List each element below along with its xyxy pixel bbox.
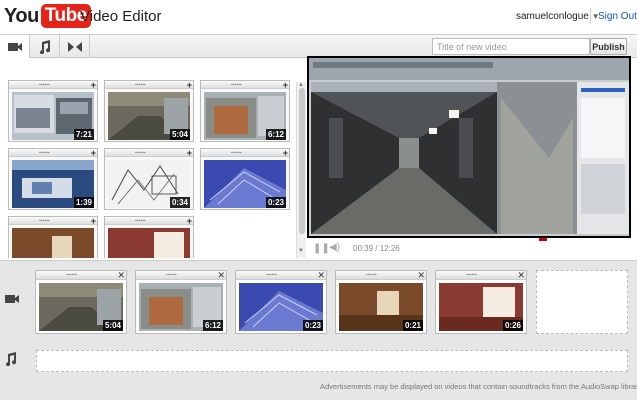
toolbar: Publish [0,34,637,58]
close-icon[interactable]: ✕ [117,271,125,280]
library-clip[interactable]: ▪▪▪▪▪▪ + 6:12 [200,80,290,142]
music-note-icon [39,39,50,54]
drag-handle[interactable]: ▪▪▪▪▪▪ [436,271,526,280]
username: samuelconlogue [516,11,589,22]
library-clip[interactable]: ▪▪▪▪▪▪ + 0:23 [200,148,290,210]
add-icon[interactable]: + [91,217,96,226]
video-track-icon [4,292,20,308]
youtube-logo[interactable]: You Tube [4,3,91,29]
scrollbar-thumb[interactable] [299,88,305,234]
clip-thumbnail: 1:39 [12,160,94,208]
app-title: Video Editor [80,8,162,25]
clip-thumbnail: 5:04 [39,283,123,331]
add-icon[interactable]: + [283,149,288,158]
player-time: 00:39 / 12:26 [353,244,400,253]
publish-button[interactable]: Publish [590,38,627,55]
add-icon[interactable]: + [91,149,96,158]
drag-handle[interactable]: ▪▪▪▪▪▪ [136,271,226,280]
clip-duration: 0:23 [302,320,323,331]
close-icon[interactable]: ✕ [317,271,325,280]
tab-transitions[interactable] [60,35,90,58]
tab-video[interactable] [0,35,30,58]
player-controls: ❚❚ ◀) 00:39 / 12:26 [307,238,631,258]
clip-drop-slot[interactable] [536,270,628,334]
ad-disclaimer: Advertisements may be displayed on video… [320,382,637,391]
drag-handle[interactable]: ▪▪▪▪▪▪ [36,271,126,280]
clip-duration: 6:12 [265,129,286,140]
close-icon[interactable]: ✕ [217,271,225,280]
add-icon[interactable]: + [187,217,192,226]
drag-handle[interactable]: ▪▪▪▪▪▪ [105,217,193,225]
progress-marker[interactable] [539,238,547,241]
drag-handle[interactable]: ▪▪▪▪▪▪ [201,81,289,89]
library-clip[interactable]: ▪▪▪▪▪▪ + 5:04 [104,80,194,142]
sign-out-link[interactable]: Sign Out [598,11,637,22]
drag-handle[interactable]: ▪▪▪▪▪▪ [105,149,193,157]
clip-thumbnail: 0:34 [108,160,190,208]
logo-you: You [4,4,39,27]
timeline-clip[interactable]: ▪▪▪▪▪▪ ✕ 0:21 [335,270,427,334]
video-title-input[interactable] [432,38,590,55]
library-clip[interactable]: ▪▪▪▪▪▪ + [8,216,98,258]
drag-handle[interactable]: ▪▪▪▪▪▪ [9,149,97,157]
clip-duration: 1:39 [73,197,94,208]
drag-handle[interactable]: ▪▪▪▪▪▪ [9,81,97,89]
drag-handle[interactable]: ▪▪▪▪▪▪ [201,149,289,157]
transition-icon [67,41,82,52]
add-icon[interactable]: + [187,149,192,158]
library-clip[interactable]: ▪▪▪▪▪▪ + 1:39 [8,148,98,210]
audio-track-icon [4,352,18,369]
library-clip[interactable]: ▪▪▪▪▪▪ + 0:34 [104,148,194,210]
clip-library: ▪▪▪▪▪▪ + 7:21 ▪▪▪▪▪▪ + 5:04 ▪▪▪▪▪▪ + 6:1… [4,78,304,258]
library-scrollbar[interactable]: ▲ ▼ [296,82,306,258]
clip-duration: 5:04 [169,129,190,140]
clip-duration: 0:21 [402,320,423,331]
close-icon[interactable]: ✕ [517,271,525,280]
clip-duration: 0:23 [265,197,286,208]
clip-thumbnail: 6:12 [204,92,286,140]
header: You Tube Video Editor samuelconlogue ▼ S… [0,0,637,32]
clip-duration: 5:04 [102,320,123,331]
clip-thumbnail: 0:26 [439,283,523,331]
add-icon[interactable]: + [91,81,96,90]
clip-thumbnail [12,228,94,258]
tab-audio[interactable] [30,35,60,58]
video-preview[interactable] [307,56,631,238]
preview-frame [309,58,629,236]
timeline-clip[interactable]: ▪▪▪▪▪▪ ✕ 6:12 [135,270,227,334]
clip-thumbnail: 0:21 [339,283,423,331]
library-clip[interactable]: ▪▪▪▪▪▪ + 7:21 [8,80,98,142]
close-icon[interactable]: ✕ [417,271,425,280]
drag-handle[interactable]: ▪▪▪▪▪▪ [105,81,193,89]
timeline-clip[interactable]: ▪▪▪▪▪▪ ✕ 0:23 [235,270,327,334]
clip-duration: 0:34 [169,197,190,208]
clip-thumbnail [108,228,190,258]
video-camera-icon [7,42,22,51]
clip-thumbnail: 6:12 [139,283,223,331]
library-clip[interactable]: ▪▪▪▪▪▪ + [104,216,194,258]
clip-duration: 0:26 [502,320,523,331]
clip-thumbnail: 7:21 [12,92,94,140]
drag-handle[interactable]: ▪▪▪▪▪▪ [9,217,97,225]
add-icon[interactable]: + [187,81,192,90]
clip-duration: 7:21 [73,129,94,140]
drag-handle[interactable]: ▪▪▪▪▪▪ [236,271,326,280]
clip-thumbnail: 0:23 [204,160,286,208]
drag-handle[interactable]: ▪▪▪▪▪▪ [336,271,426,280]
volume-icon[interactable]: ◀) [329,242,340,253]
scroll-down-icon[interactable]: ▼ [298,248,304,254]
timeline-clip[interactable]: ▪▪▪▪▪▪ ✕ 0:26 [435,270,527,334]
play-pause-icon[interactable]: ❚❚ [313,243,330,254]
user-menu[interactable]: samuelconlogue ▼ [516,11,600,22]
timeline-clip[interactable]: ▪▪▪▪▪▪ ✕ 5:04 [35,270,127,334]
clip-duration: 6:12 [202,320,223,331]
audio-drop-slot[interactable] [36,350,628,372]
clip-thumbnail: 0:23 [239,283,323,331]
clip-thumbnail: 5:04 [108,92,190,140]
header-divider [590,8,591,24]
add-icon[interactable]: + [283,81,288,90]
